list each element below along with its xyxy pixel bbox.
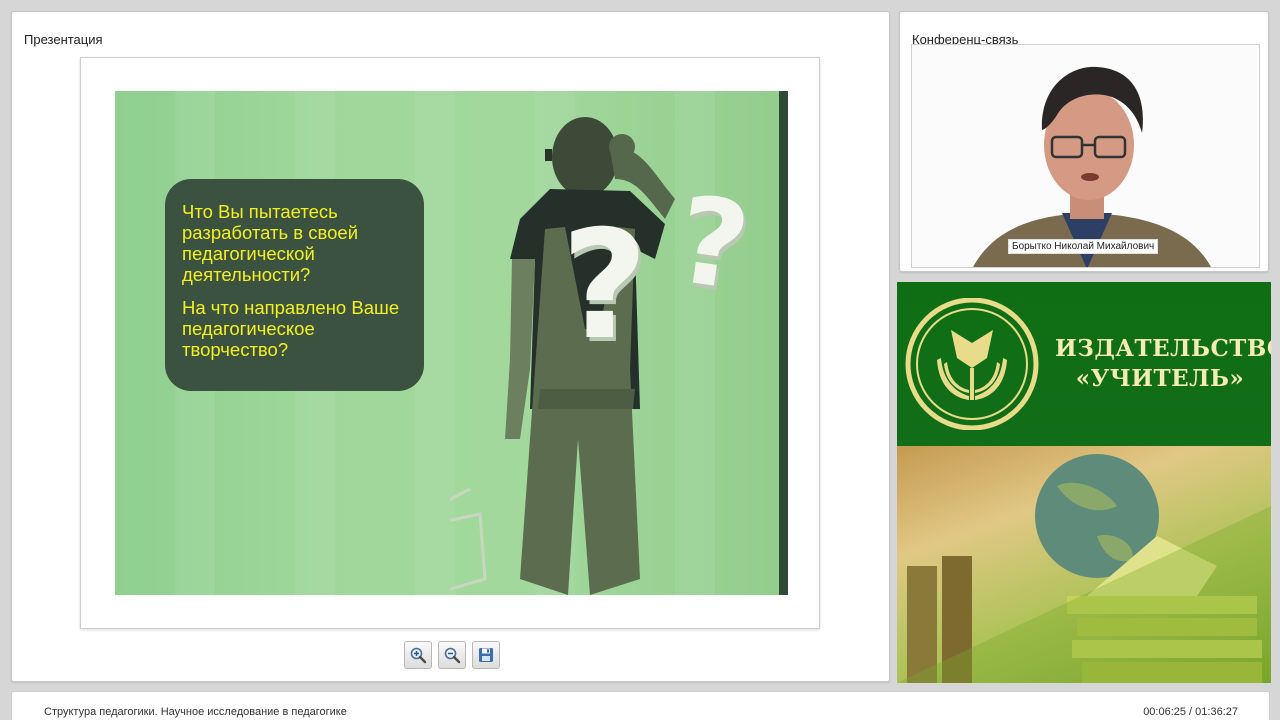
slide: Что Вы пытаетесь разработать в своей пед…	[115, 91, 788, 595]
question-2-text: На что направлено Ваше педагогическое тв…	[182, 297, 400, 360]
conference-panel: Конференц-связь Борытко Николай Михайлов…	[899, 11, 1269, 272]
zoom-out-button[interactable]	[438, 641, 466, 669]
publisher-name-line-2: «УЧИТЕЛЬ»	[1075, 365, 1245, 392]
slide-controls	[404, 641, 502, 669]
publisher-name: ИЗДАТЕЛЬСТВО «УЧИТЕЛЬ»	[1055, 334, 1271, 394]
presentation-panel: Презентация Что Вы пытаетесь разработать…	[11, 11, 890, 682]
save-button[interactable]	[472, 641, 500, 669]
publisher-image	[897, 446, 1271, 683]
slide-frame: Что Вы пытаетесь разработать в своей пед…	[80, 57, 820, 629]
save-icon	[479, 648, 493, 662]
publisher-logo	[905, 298, 1039, 430]
question-1-text: Что Вы пытаетесь разработать в своей пед…	[182, 201, 359, 285]
speaker-name-label: Борытко Николай Михайлович	[1008, 239, 1159, 254]
question-mark-large: ?	[561, 199, 649, 373]
globe-and-books-illustration	[897, 454, 1271, 683]
speaker-figure	[973, 66, 1211, 267]
zoom-in-button[interactable]	[404, 641, 432, 669]
question-box: Что Вы пытаетесь разработать в своей пед…	[165, 179, 424, 391]
zoom-out-icon	[444, 647, 461, 664]
speaker-video[interactable]: Борытко Николай Михайлович	[911, 44, 1260, 268]
zoom-in-icon	[410, 647, 427, 664]
publisher-banner: ИЗДАТЕЛЬСТВО «УЧИТЕЛЬ»	[897, 282, 1271, 683]
lecture-title: Структура педагогики. Научное исследован…	[44, 706, 347, 718]
footer-bar: Структура педагогики. Научное исследован…	[11, 691, 1270, 720]
playback-time: 00:06:25 / 01:36:27	[1143, 706, 1238, 718]
presentation-title: Презентация	[24, 32, 103, 47]
publisher-name-line-1: ИЗДАТЕЛЬСТВО	[1055, 335, 1271, 362]
